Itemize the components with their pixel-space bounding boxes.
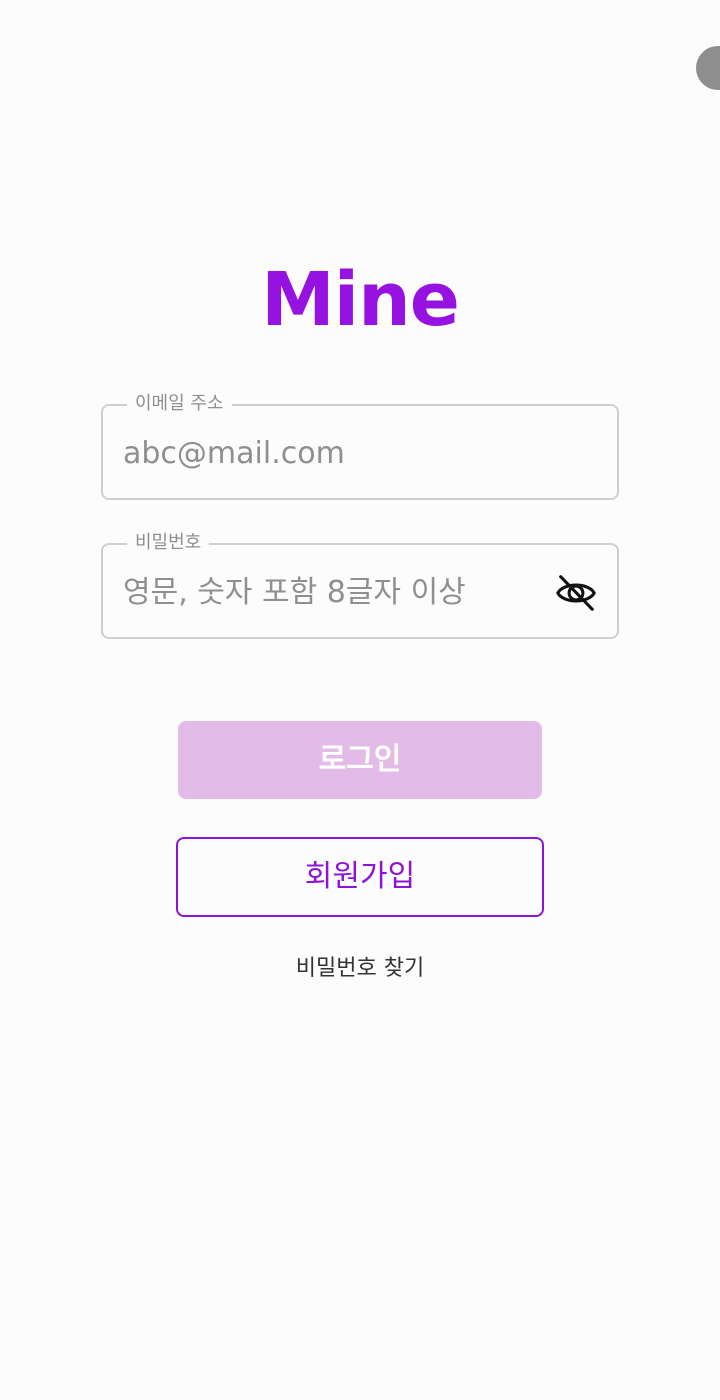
password-input[interactable] <box>123 567 543 617</box>
email-field-label: 이메일 주소 <box>127 392 232 416</box>
eye-off-icon[interactable] <box>553 570 599 616</box>
find-password-link[interactable]: 비밀번호 찾기 <box>0 953 720 985</box>
email-input[interactable] <box>123 428 593 478</box>
email-field: 이메일 주소 <box>101 392 619 500</box>
password-field-label: 비밀번호 <box>127 531 210 555</box>
password-field: 비밀번호 <box>101 531 619 639</box>
floating-indicator-dot <box>696 46 720 90</box>
login-button[interactable]: 로그인 <box>178 721 542 799</box>
signup-button[interactable]: 회원가입 <box>176 837 544 917</box>
app-logo: Mine <box>261 257 460 343</box>
